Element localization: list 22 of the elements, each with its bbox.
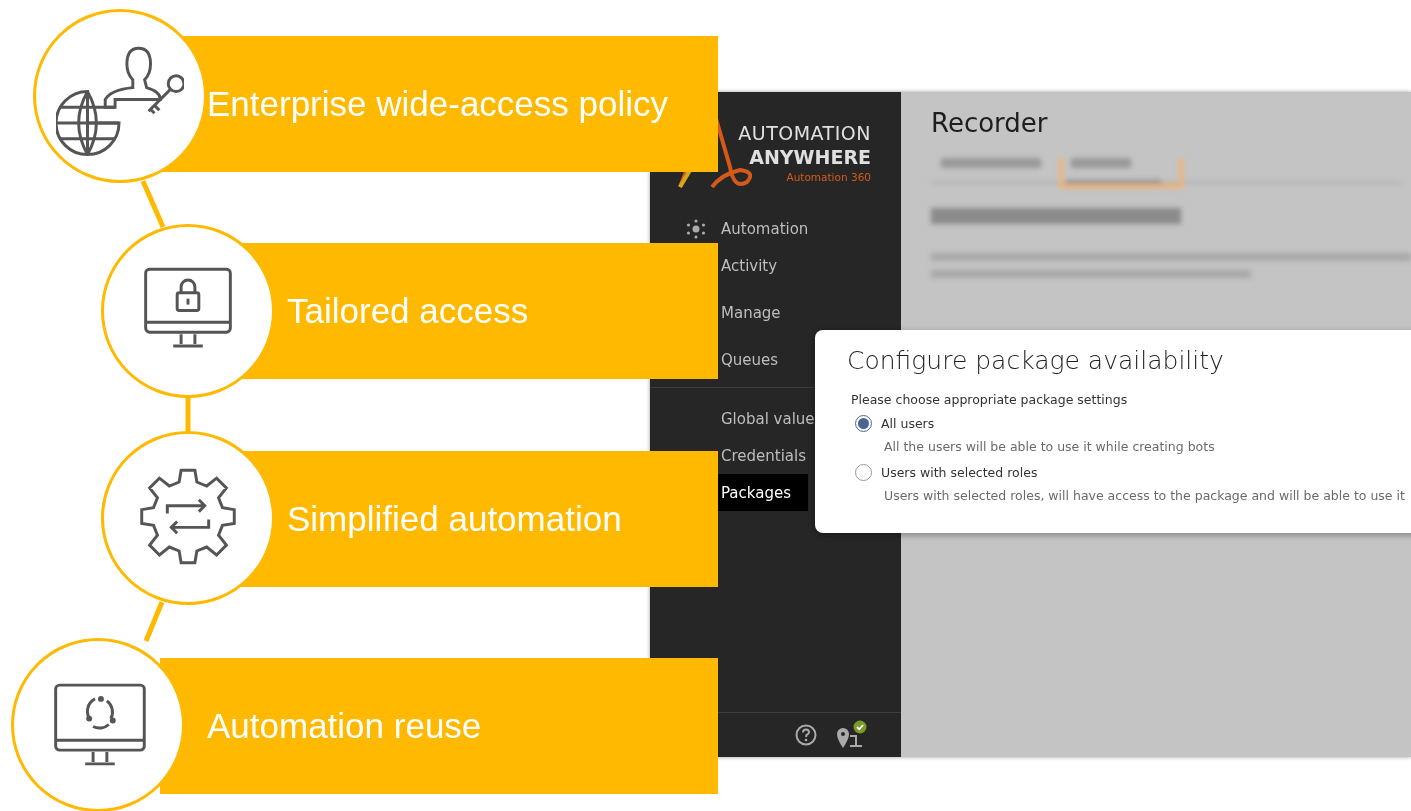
help-icon[interactable] bbox=[795, 724, 817, 746]
sidebar-item[interactable]: Activity bbox=[718, 247, 901, 284]
radio-button[interactable] bbox=[855, 463, 872, 481]
option-label: Users with selected roles bbox=[881, 464, 1038, 480]
option-description: Users with selected roles, will have access to the package and will be able to use it bbox=[884, 488, 1406, 503]
sidebar-item[interactable]: Automation bbox=[718, 210, 901, 247]
logo-text: ANYWHERE bbox=[749, 146, 871, 168]
sidebar-item[interactable]: Manage bbox=[718, 294, 901, 331]
logo-subtitle: Automation 360 bbox=[786, 171, 871, 183]
feature-label: Simplified automation bbox=[287, 499, 622, 539]
feature-label: Automation reuse bbox=[207, 706, 482, 746]
option-description: All the users will be able to use it while creating bots bbox=[884, 439, 1216, 454]
feature-label: Enterprise wide-access policy bbox=[207, 84, 668, 124]
dialog-title: Configure package availability bbox=[847, 346, 1225, 375]
option-label: All users bbox=[881, 415, 935, 431]
sidebar-item[interactable]: Packages bbox=[718, 474, 808, 511]
feature-label: Tailored access bbox=[287, 291, 529, 331]
radio-button[interactable] bbox=[855, 414, 872, 432]
page-title: Recorder bbox=[931, 108, 1049, 138]
dialog-prompt: Please choose appropriate package settings bbox=[851, 392, 1129, 407]
location-status-icon[interactable] bbox=[837, 720, 867, 750]
logo-text: AUTOMATION bbox=[738, 122, 871, 144]
